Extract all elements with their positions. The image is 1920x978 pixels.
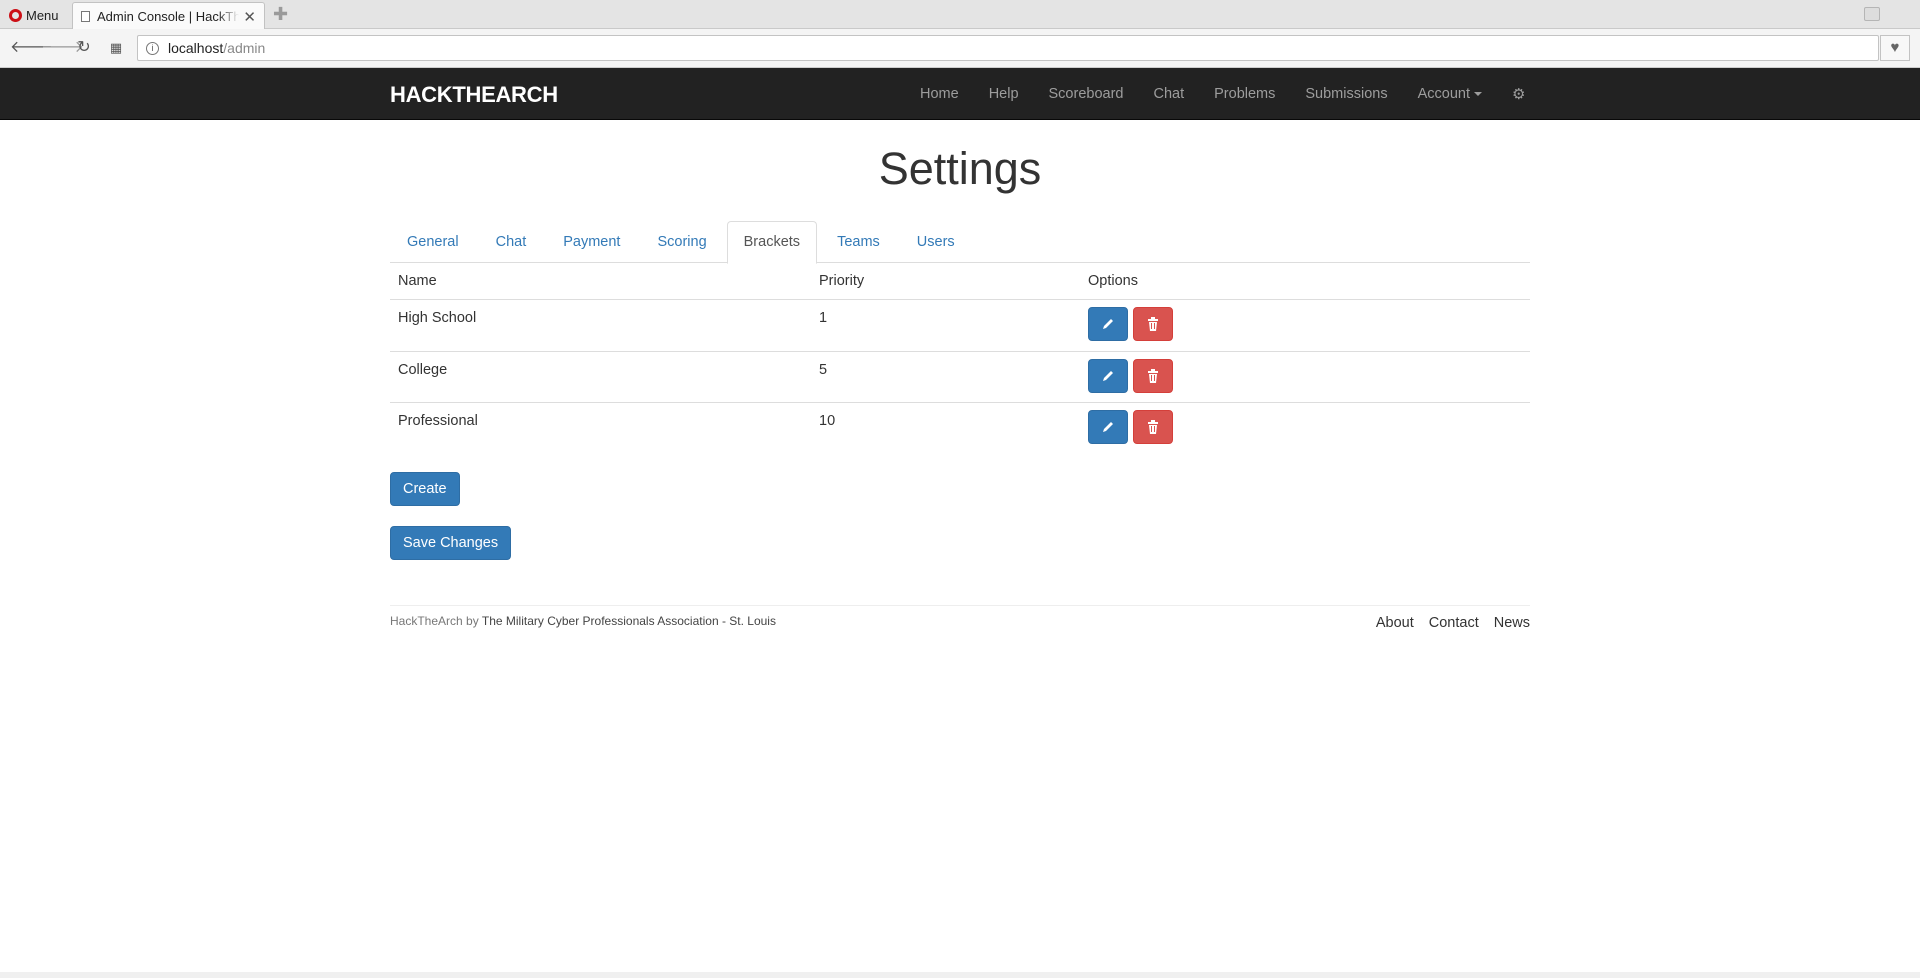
trash-icon (1148, 420, 1158, 434)
caret-down-icon (1473, 92, 1482, 97)
header-options: Options (1088, 273, 1138, 289)
nav-account-dropdown[interactable]: Account (1403, 86, 1497, 102)
pencil-icon (1103, 319, 1113, 329)
tab-teams[interactable]: Teams (820, 221, 897, 263)
site-footer: HackTheArch by The Military Cyber Profes… (390, 605, 1530, 631)
header-priority: Priority (819, 273, 865, 289)
browser-addressbar: 🡐 🡒 ↻ ▦ i localhost/admin ♥ (0, 29, 1920, 68)
document-icon (81, 11, 90, 22)
edit-button[interactable] (1088, 359, 1128, 393)
opera-menu-button[interactable]: Menu (9, 7, 59, 23)
reload-icon[interactable]: ↻ (74, 38, 94, 58)
bottom-strip (0, 972, 1920, 978)
bookmark-heart-icon[interactable]: ♥ (1880, 35, 1910, 61)
url-path: /admin (223, 40, 266, 56)
bracket-priority: 1 (819, 310, 828, 326)
footer-by: by (466, 614, 479, 628)
edit-button[interactable] (1088, 410, 1128, 444)
delete-button[interactable] (1133, 307, 1173, 341)
browser-tabbar: Menu Admin Console | HackTheArch ✕ ✚ (0, 0, 1920, 30)
nav-chat[interactable]: Chat (1138, 86, 1199, 102)
save-changes-button[interactable]: Save Changes (390, 526, 512, 560)
tab-chat[interactable]: Chat (479, 221, 544, 263)
tab-general[interactable]: General (390, 221, 476, 263)
close-tab-icon[interactable]: ✕ (243, 8, 256, 26)
nav-account-label: Account (1417, 86, 1470, 102)
row-options (1080, 403, 1530, 453)
nav-submissions[interactable]: Submissions (1290, 86, 1402, 102)
delete-button[interactable] (1133, 410, 1173, 444)
row-options (1080, 352, 1530, 402)
url-field[interactable]: i localhost/admin (137, 35, 1879, 61)
back-arrow-icon[interactable]: 🡐 (10, 38, 53, 58)
row-options (1080, 300, 1530, 351)
bracket-name: High School (398, 310, 477, 326)
table-row: College 5 (390, 351, 1530, 402)
site-brand[interactable]: HACKTHEARCH (390, 82, 558, 108)
speed-dial-icon[interactable]: ▦ (106, 38, 126, 58)
tab-scoring[interactable]: Scoring (640, 221, 723, 263)
gear-icon[interactable]: ⚙ (1497, 85, 1540, 103)
opera-menu-label: Menu (26, 7, 59, 23)
delete-button[interactable] (1133, 359, 1173, 393)
tab-brackets[interactable]: Brackets (726, 221, 818, 264)
pencil-icon (1103, 422, 1113, 432)
navbar-links: Home Help Scoreboard Chat Problems Submi… (905, 68, 1540, 120)
settings-tabs: General Chat Payment Scoring Brackets Te… (390, 221, 1530, 264)
edit-button[interactable] (1088, 307, 1128, 341)
header-name: Name (398, 273, 437, 289)
tab-payment[interactable]: Payment (546, 221, 637, 263)
site-navbar: HACKTHEARCH Home Help Scoreboard Chat Pr… (0, 68, 1920, 120)
nav-problems[interactable]: Problems (1199, 86, 1290, 102)
opera-logo-icon (9, 8, 22, 22)
footer-org-link[interactable]: The Military Cyber Professionals Associa… (482, 614, 776, 628)
table-row: High School 1 (390, 300, 1530, 351)
footer-contact-link[interactable]: Contact (1429, 615, 1479, 631)
site-info-icon[interactable]: i (146, 41, 159, 55)
footer-news-link[interactable]: News (1494, 615, 1530, 631)
url-host: localhost (168, 40, 224, 56)
table-header-row: Name Priority Options (390, 263, 1530, 300)
tab-menu-icon[interactable] (1864, 7, 1880, 21)
new-tab-icon[interactable]: ✚ (273, 4, 288, 25)
table-row: Professional 10 (390, 402, 1530, 453)
nav-home[interactable]: Home (905, 86, 974, 102)
footer-about-link[interactable]: About (1376, 615, 1414, 631)
tab-users[interactable]: Users (900, 221, 972, 263)
bracket-name: College (398, 362, 448, 378)
page-title: Settings (878, 143, 1042, 194)
bracket-priority: 5 (819, 362, 828, 378)
trash-icon (1148, 317, 1158, 331)
bracket-name: Professional (398, 413, 478, 429)
brackets-table: Name Priority Options High School 1 Coll… (390, 263, 1530, 453)
browser-tab-title: Admin Console | HackTheArch (97, 9, 240, 24)
browser-tab[interactable]: Admin Console | HackTheArch ✕ (72, 2, 265, 30)
nav-scoreboard[interactable]: Scoreboard (1034, 86, 1139, 102)
bracket-priority: 10 (819, 413, 836, 429)
create-button[interactable]: Create (390, 472, 460, 506)
pencil-icon (1103, 371, 1113, 381)
nav-help[interactable]: Help (974, 86, 1034, 102)
forward-arrow-icon[interactable]: 🡒 (41, 38, 84, 58)
footer-links: About Contact News (1361, 615, 1530, 631)
trash-icon (1148, 369, 1158, 383)
footer-app-name: HackTheArch (390, 614, 463, 628)
